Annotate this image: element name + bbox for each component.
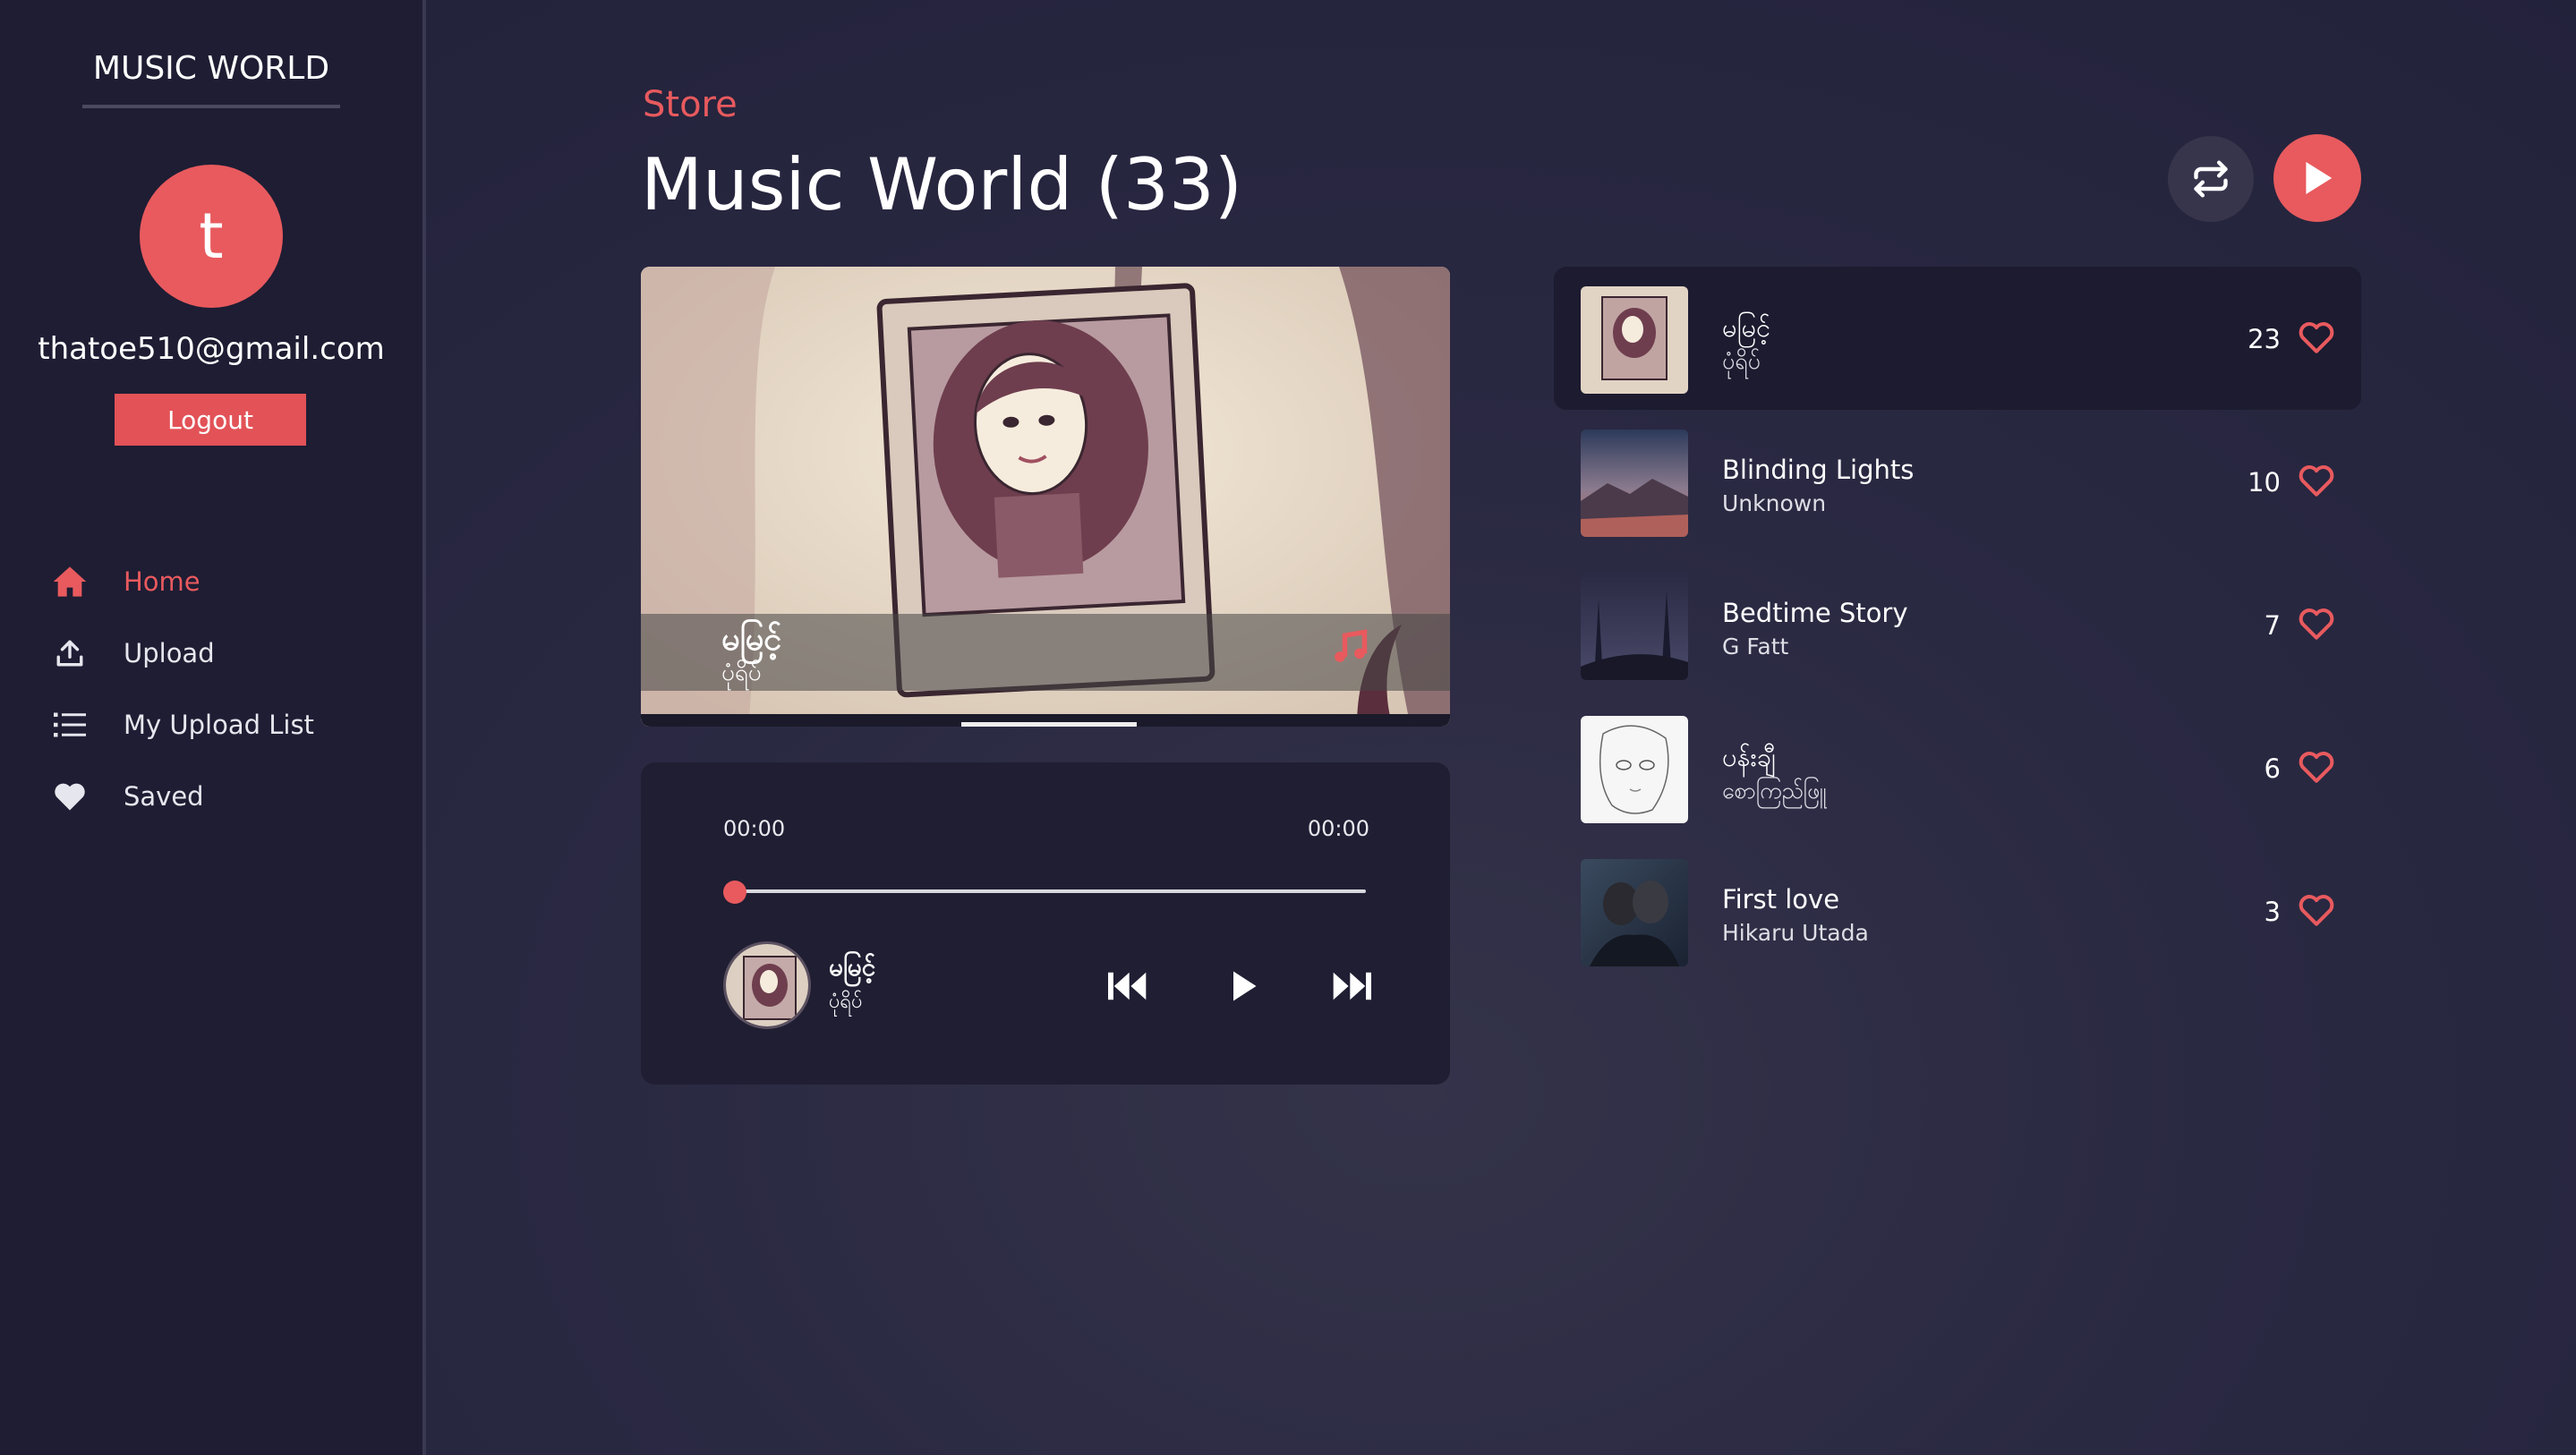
brand-title: MUSIC WORLD: [82, 50, 340, 108]
player-song-title: မမြင့်: [829, 952, 876, 982]
heart-icon[interactable]: [2297, 748, 2336, 787]
cover-song-artist: ပုံရိပ်: [721, 659, 762, 686]
avatar[interactable]: t: [140, 165, 283, 308]
song-artist: Hikaru Utada: [1722, 920, 1869, 946]
like-count: 6: [2264, 753, 2281, 784]
seek-bar[interactable]: [734, 889, 1366, 893]
song-artist: Unknown: [1722, 490, 1827, 516]
carousel-indicator[interactable]: [961, 722, 1137, 727]
song-artist: စောကြည်ဖြူ: [1722, 778, 1827, 804]
song-artist: G Fatt: [1722, 634, 1789, 659]
sidebar-item-label: Home: [124, 566, 200, 597]
song-title: First love: [1722, 884, 1840, 915]
sidebar-item-my-upload-list[interactable]: My Upload List: [50, 689, 314, 761]
logout-button[interactable]: Logout: [115, 394, 306, 446]
sidebar-nav: Home Upload My Upload List Saved: [50, 546, 314, 832]
like-count: 3: [2264, 897, 2281, 927]
song-title: Blinding Lights: [1722, 455, 1915, 485]
song-title: Bedtime Story: [1722, 598, 1908, 628]
sidebar-item-saved[interactable]: Saved: [50, 761, 314, 832]
seek-thumb[interactable]: [723, 881, 746, 904]
song-item[interactable]: မမြင့် ပုံရိပ် 23: [1554, 267, 2361, 410]
skip-forward-icon: [1333, 972, 1371, 1000]
song-item[interactable]: Bedtime Story G Fatt 7: [1554, 553, 2361, 696]
sidebar-item-home[interactable]: Home: [50, 546, 314, 617]
duration: 00:00: [1307, 816, 1369, 841]
sidebar: MUSIC WORLD t thatoe510@gmail.com Logout…: [0, 0, 426, 1455]
player-thumbnail: [723, 941, 811, 1029]
heart-icon[interactable]: [2297, 462, 2336, 501]
heart-icon[interactable]: [2297, 605, 2336, 644]
song-list: မမြင့် ပုံရိပ် 23 Blinding Lights Unknow…: [1554, 267, 2361, 983]
song-title: မမြင့်: [1722, 312, 1771, 343]
user-email: thatoe510@gmail.com: [38, 331, 385, 367]
sidebar-item-label: Saved: [124, 781, 204, 812]
player-song-artist: ပုံရိပ်: [829, 991, 863, 1013]
song-artist: ပုံရိပ်: [1722, 348, 1761, 374]
skip-back-icon: [1108, 972, 1147, 1000]
like-count: 7: [2264, 610, 2281, 641]
heart-icon[interactable]: [2297, 319, 2336, 358]
sidebar-item-upload[interactable]: Upload: [50, 617, 314, 689]
heart-icon: [50, 777, 90, 816]
music-note-icon: [1330, 626, 1369, 671]
previous-button[interactable]: [1105, 963, 1151, 1009]
song-item[interactable]: Blinding Lights Unknown 10: [1554, 410, 2361, 553]
list-icon: [50, 705, 90, 745]
like-count: 23: [2248, 324, 2281, 354]
play-button[interactable]: [1221, 963, 1267, 1009]
play-all-button[interactable]: [2273, 134, 2361, 222]
upload-icon: [50, 634, 90, 673]
song-thumbnail: [1581, 573, 1688, 680]
song-thumbnail: [1581, 859, 1688, 966]
song-item[interactable]: ပန်းချီ စောကြည်ဖြူ 6: [1554, 696, 2361, 839]
now-playing-cover[interactable]: မမြင့် ပုံရိပ်: [641, 267, 1450, 727]
repeat-icon: [2194, 160, 2228, 198]
song-thumbnail: [1581, 286, 1688, 394]
like-count: 10: [2248, 467, 2281, 498]
avatar-letter: t: [199, 200, 224, 273]
audio-player: 00:00 00:00 မမြင့် ပုံရိပ်: [641, 762, 1450, 1085]
repeat-button[interactable]: [2168, 136, 2254, 222]
heart-icon[interactable]: [2297, 891, 2336, 931]
song-title: ပန်းချီ: [1722, 742, 1776, 772]
section-label: Store: [643, 84, 738, 125]
song-item[interactable]: First love Hikaru Utada 3: [1554, 839, 2361, 983]
song-thumbnail: [1581, 430, 1688, 537]
play-icon: [2306, 162, 2333, 194]
sidebar-item-label: My Upload List: [124, 710, 314, 740]
next-button[interactable]: [1328, 963, 1375, 1009]
home-icon: [50, 562, 90, 601]
play-icon: [1233, 971, 1257, 1001]
song-thumbnail: [1581, 716, 1688, 823]
current-time: 00:00: [723, 816, 786, 841]
sidebar-item-label: Upload: [124, 638, 215, 668]
page-title: Music World (33): [641, 143, 1242, 226]
app-root: MUSIC WORLD t thatoe510@gmail.com Logout…: [0, 0, 2576, 1455]
